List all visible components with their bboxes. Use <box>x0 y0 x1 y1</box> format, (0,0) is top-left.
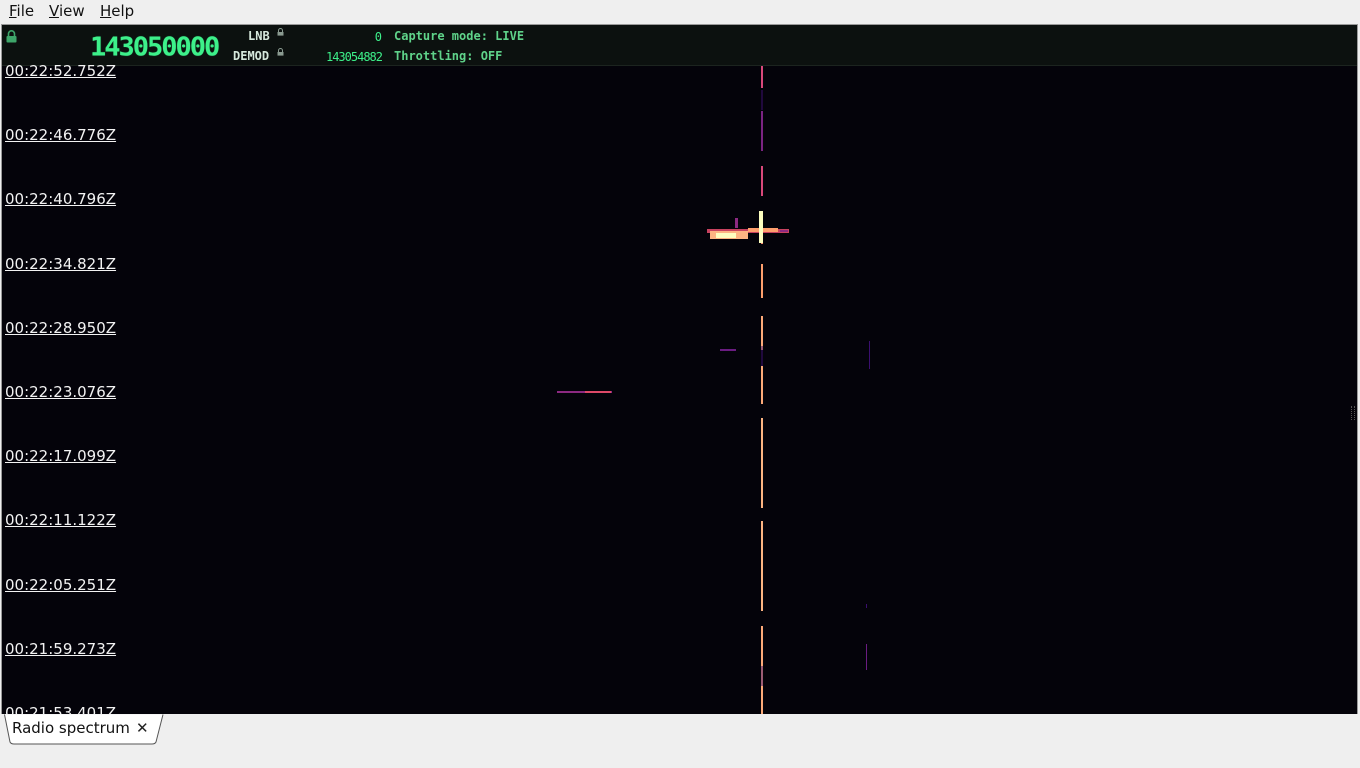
menu-file-mnemonic: F <box>9 2 17 20</box>
capture-mode-status: Capture mode: LIVE <box>394 29 525 43</box>
weak-signal-5 <box>866 644 867 670</box>
tab-radio-spectrum[interactable]: Radio spectrum ✕ <box>4 714 164 745</box>
demod-lock-icon[interactable] <box>277 48 284 56</box>
menu-view-mnemonic: V <box>49 2 59 20</box>
weak-signal-1 <box>720 349 736 351</box>
menu-help[interactable]: Help <box>100 1 134 21</box>
demod-value[interactable]: 143054882 <box>302 50 383 64</box>
spectrum-panel: 143050000 LNB 0 DEMOD 143054882 Capture … <box>1 24 1358 715</box>
main-frequency-display[interactable]: 143050000 <box>90 33 226 63</box>
lock-icon[interactable] <box>6 30 17 43</box>
throttling-status: Throttling: OFF <box>394 49 503 63</box>
weak-signal-6 <box>866 604 867 608</box>
menu-file[interactable]: File <box>9 1 34 21</box>
close-icon[interactable]: ✕ <box>136 719 149 737</box>
tab-label: Radio spectrum <box>12 719 130 737</box>
time-label: 00:22:11.122Z <box>5 511 117 530</box>
time-label: 00:22:34.821Z <box>5 254 117 273</box>
time-label: 00:22:52.752Z <box>5 62 117 80</box>
menu-bar: File View Help <box>0 0 1360 22</box>
resize-grip[interactable] <box>1351 406 1355 420</box>
time-label: 00:22:40.796Z <box>5 190 117 209</box>
waterfall-plot <box>2 66 1357 714</box>
menu-help-label: elp <box>111 2 135 20</box>
time-label: 00:22:05.251Z <box>5 575 117 594</box>
weak-signal-3 <box>585 391 611 393</box>
weak-signal-4 <box>869 341 870 369</box>
tab-bar: Radio spectrum ✕ <box>0 714 1360 768</box>
time-label: 00:22:17.099Z <box>5 447 117 466</box>
waterfall-display[interactable]: 00:22:52.752Z 00:22:46.776Z 00:22:40.796Z 0… <box>2 62 1357 714</box>
time-label: 00:22:46.776Z <box>5 126 117 145</box>
menu-help-mnemonic: H <box>100 2 112 20</box>
menu-view-label: iew <box>58 2 85 20</box>
lnb-value[interactable]: 0 <box>332 30 382 44</box>
menu-file-label: ile <box>16 2 35 20</box>
demod-label: DEMOD <box>233 49 270 63</box>
menu-view[interactable]: View <box>49 1 85 21</box>
time-label: 00:22:23.076Z <box>5 383 117 401</box>
time-label: 00:21:59.273Z <box>5 639 117 658</box>
lnb-label: LNB <box>248 29 270 43</box>
receiver-header: 143050000 LNB 0 DEMOD 143054882 Capture … <box>2 25 1357 66</box>
time-label: 00:22:28.950Z <box>5 318 117 337</box>
lnb-lock-icon[interactable] <box>277 28 284 36</box>
